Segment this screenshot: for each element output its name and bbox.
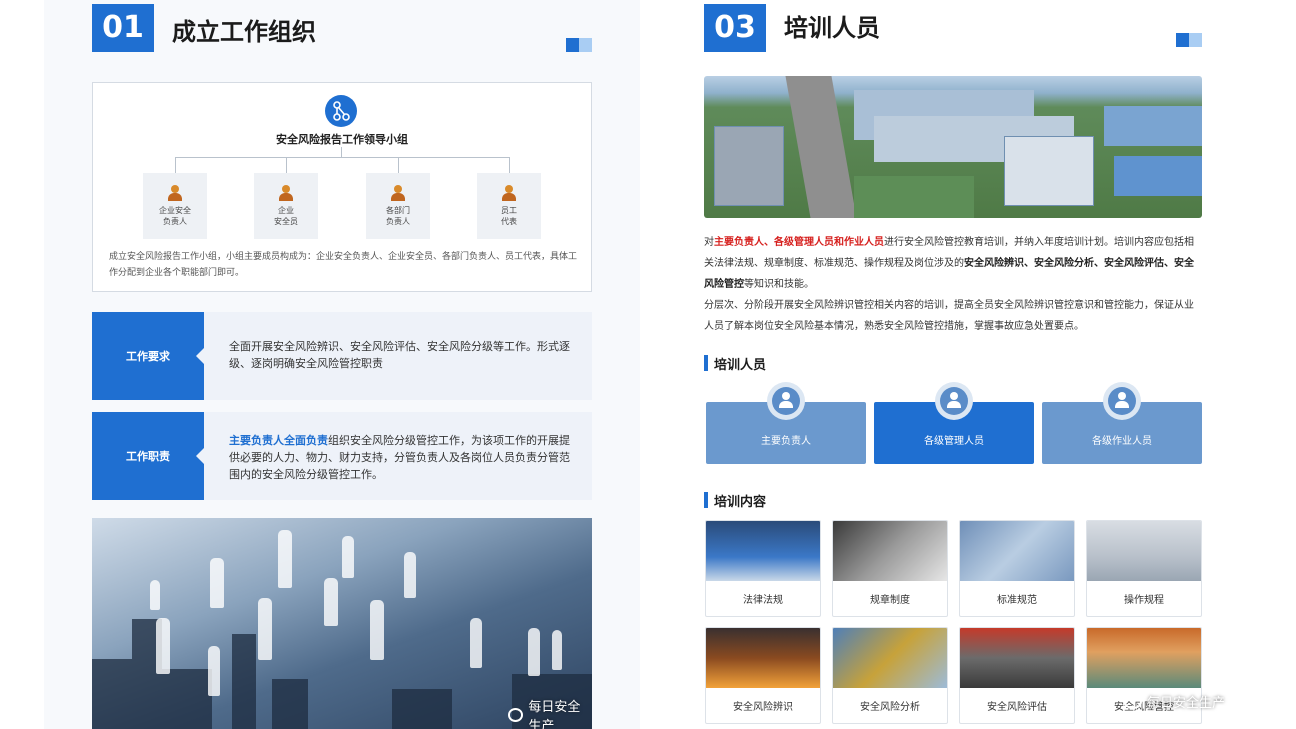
user-icon [1103,382,1141,420]
work-duty-row: 工作职责 主要负责人全面负责组织安全风险分级管控工作，为该项工作的开展提供必要的… [92,412,592,500]
content-label: 安全风险评估 [987,702,1047,713]
content-label: 安全风险辨识 [733,702,793,713]
person-icon [391,185,405,201]
content-card: 安全风险辨识 [705,627,821,724]
person-icon [502,185,516,201]
org-connector [509,157,510,173]
org-head-label: 安全风险报告工作领导小组 [276,133,408,146]
org-member-label: 企业 安全员 [274,206,298,226]
work-requirement-row: 工作要求 全面开展安全风险辨识、安全风险评估、安全风险分级等工作。形式逐级、逐岗… [92,312,592,400]
law-book-image [706,521,820,581]
org-connector [175,157,176,173]
workshop-image [1087,628,1201,688]
intro-highlight: 主要负责人、各级管理人员和作业人员 [714,237,884,248]
work-requirement-tag: 工作要求 [92,312,204,400]
org-member-label: 各部门 负责人 [386,206,410,226]
team-photo: 每日安全生产 [92,518,592,729]
content-card: 法律法规 [705,520,821,617]
trainee-label: 主要负责人 [761,436,811,447]
right-page: 03 培训人员 对主要负责人、各级管理人员和作业人员进行安全风险管控教育培训，并… [660,0,1252,729]
trainee-card: 主要负责人 [706,382,866,464]
org-member-label: 员工 代表 [501,206,517,226]
org-member-card: 企业安全 负责人 [143,173,207,239]
network-icon [325,95,357,127]
sparks-image [706,628,820,688]
corner-decoration [1176,33,1202,47]
section-title-right: 培训人员 [784,14,880,42]
content-card: 安全风险评估 [959,627,1075,724]
person-icon [168,185,182,201]
content-card: 安全风险分析 [832,627,948,724]
arrow-shape [196,448,204,464]
org-connector [175,157,509,158]
content-label: 标准规范 [997,595,1037,606]
gauge-image [960,521,1074,581]
watermark-right: 每日安全生产 [1124,692,1225,711]
user-icon [767,382,805,420]
factory-aerial-photo [704,76,1202,218]
intro-paragraph-2: 分层次、分阶段开展安全风险辨识管控相关内容的培训，提高全员安全风险辨识管控意识和… [704,300,1194,332]
wechat-icon [1124,694,1142,709]
work-duty-text: 主要负责人全面负责组织安全风险分级管控工作，为该项工作的开展提供必要的人力、物力… [229,432,572,483]
section-number-03: 03 [704,4,766,52]
trainee-label: 各级管理人员 [924,436,984,447]
trainee-label: 各级作业人员 [1092,436,1152,447]
user-icon [935,382,973,420]
content-label: 操作规程 [1124,595,1164,606]
intro-paragraph-1: 对主要负责人、各级管理人员和作业人员进行安全风险管控教育培训，并纳入年度培训计划… [704,237,1194,290]
org-member-card: 各部门 负责人 [366,173,430,239]
section-title-left: 成立工作组织 [172,18,316,46]
org-chart: 安全风险报告工作领导小组 企业安全 负责人 企业 安全员 各部门 负责人 员工 … [92,82,592,292]
org-description: 成立安全风险报告工作小组，小组主要成员构成为：企业安全负责人、企业安全员、各部门… [109,252,578,278]
org-member-card: 企业 安全员 [254,173,318,239]
content-card: 标准规范 [959,520,1075,617]
workers-image [960,628,1074,688]
org-connector [398,157,399,173]
training-intro: 对主要负责人、各级管理人员和作业人员进行安全风险管控教育培训，并纳入年度培训计划… [704,232,1202,337]
org-member-card: 员工 代表 [477,173,541,239]
content-label: 安全风险分析 [860,702,920,713]
work-requirement-text: 全面开展安全风险辨识、安全风险评估、安全风险分级等工作。形式逐级、逐岗明确安全风… [229,340,570,370]
org-connector [341,147,342,157]
trainees-heading: 培训人员 [704,354,766,373]
trainee-card: 各级管理人员 [874,382,1034,464]
org-connector [286,157,287,173]
robot-arm-image [833,628,947,688]
content-label: 规章制度 [870,595,910,606]
duty-highlight: 主要负责人全面负责 [229,434,328,447]
content-label: 法律法规 [743,595,783,606]
documents-image [833,521,947,581]
trainee-card: 各级作业人员 [1042,382,1202,464]
watermark-left: 每日安全生产 [508,696,592,729]
org-member-label: 企业安全 负责人 [159,206,191,226]
content-card: 操作规程 [1086,520,1202,617]
contents-heading: 培训内容 [704,491,766,510]
watermark-text: 每日安全生产 [528,700,581,729]
factory-line-image [1087,521,1201,581]
section-number-01: 01 [92,4,154,52]
work-duty-tag: 工作职责 [92,412,204,500]
wechat-icon [508,708,524,722]
watermark-text: 每日安全生产 [1147,696,1226,711]
left-page: 01 成立工作组织 安全风险报告工作领导小组 企业安全 负责人 企业 安全员 各… [44,0,640,729]
person-icon [279,185,293,201]
content-card: 规章制度 [832,520,948,617]
arrow-shape [196,348,204,364]
corner-decoration [566,38,592,52]
